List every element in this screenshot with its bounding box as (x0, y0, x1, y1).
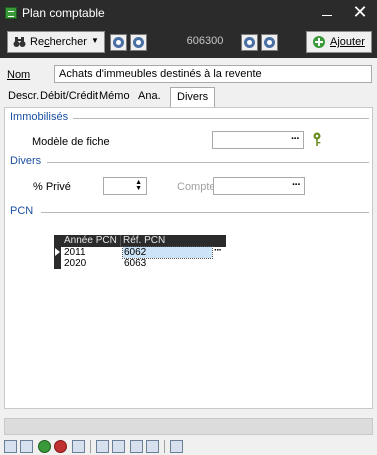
toolbar-separator (90, 440, 91, 453)
close-button[interactable]: ✕ (348, 2, 372, 22)
toolbar: Rechercher ▼ 606300 Ajouter (0, 26, 377, 58)
status-bar (4, 418, 373, 435)
app-icon (5, 7, 17, 19)
next-record-button[interactable] (241, 34, 258, 51)
search-icon[interactable] (146, 440, 159, 453)
tab-descr[interactable]: Descr. (8, 90, 39, 106)
chevron-down-icon: ▼ (91, 36, 99, 45)
main-area: Nom Achats d'immeubles destinés à la rev… (0, 58, 377, 416)
modele-browse-button[interactable]: ··· (291, 133, 300, 145)
bottom-toolbar (0, 437, 377, 455)
column-separator (120, 235, 121, 247)
spinner-arrows-icon[interactable]: ▲ ▼ (135, 179, 142, 192)
next-record-icon (244, 37, 255, 48)
window-title: Plan comptable (22, 6, 105, 20)
compte-browse-button[interactable]: ··· (292, 179, 301, 191)
attach-icon[interactable] (130, 440, 143, 453)
add-button[interactable]: Ajouter (306, 31, 372, 53)
table-cell-ref[interactable]: 6063 (123, 258, 212, 269)
modele-field[interactable]: ··· (212, 131, 304, 149)
nom-field[interactable]: Achats d'immeubles destinés à la revente (54, 65, 372, 83)
print-icon[interactable] (72, 440, 85, 453)
search-label: Rechercher (30, 36, 87, 48)
last-record-button[interactable] (261, 34, 278, 51)
first-record-icon (113, 37, 124, 48)
pcn-divider (41, 212, 369, 213)
binoculars-icon (13, 37, 26, 47)
add-label: Ajouter (330, 36, 365, 48)
add-icon (313, 36, 325, 48)
divers-header: Divers (10, 155, 42, 167)
account-code: 606300 (186, 35, 224, 47)
tab-memo[interactable]: Mémo (99, 90, 130, 106)
copy-icon[interactable] (20, 440, 33, 453)
title-bar: Plan comptable ✕ (0, 0, 377, 26)
previous-record-button[interactable] (130, 34, 147, 51)
divers-divider (47, 162, 369, 163)
column-header-ref[interactable]: Réf. PCN (123, 235, 165, 246)
ref-browse-button[interactable]: ··· (214, 245, 222, 256)
document-icon[interactable] (96, 440, 109, 453)
previous-record-icon (133, 37, 144, 48)
minimize-button[interactable] (315, 2, 339, 22)
tab-ana[interactable]: Ana. (138, 90, 161, 106)
save-icon[interactable] (4, 440, 17, 453)
grid-header: Année PCN Réf. PCN (54, 235, 226, 247)
window-icon[interactable] (170, 440, 183, 453)
immobilises-header: Immobilisés (10, 111, 69, 123)
add-record-icon[interactable] (38, 440, 51, 453)
compte-field[interactable]: ··· (213, 177, 305, 195)
immobilises-divider (73, 118, 369, 119)
prive-label: % Privé (33, 181, 71, 193)
modele-label: Modèle de fiche (32, 136, 110, 148)
pcn-header: PCN (10, 205, 34, 217)
current-row-indicator-icon (55, 248, 60, 256)
table-cell-year[interactable]: 2011 (64, 247, 120, 258)
compte-label: Compte (177, 181, 216, 193)
table-cell-year[interactable]: 2020 (64, 258, 120, 269)
delete-record-icon[interactable] (54, 440, 67, 453)
nom-label: Nom (7, 69, 31, 81)
tab-debit-credit[interactable]: Débit/Crédit (40, 90, 98, 106)
last-record-icon (264, 37, 275, 48)
prive-spinner[interactable]: ▲ ▼ (103, 177, 147, 195)
key-icon[interactable] (311, 132, 323, 146)
first-record-button[interactable] (110, 34, 127, 51)
toolbar-separator (164, 440, 165, 453)
tab-divers[interactable]: Divers (170, 87, 216, 108)
folder-icon[interactable] (112, 440, 125, 453)
column-header-annee[interactable]: Année PCN (64, 235, 117, 246)
search-button[interactable]: Rechercher ▼ (7, 31, 105, 53)
row-header-column (54, 247, 61, 269)
table-cell-ref[interactable]: 6062 (122, 246, 213, 259)
